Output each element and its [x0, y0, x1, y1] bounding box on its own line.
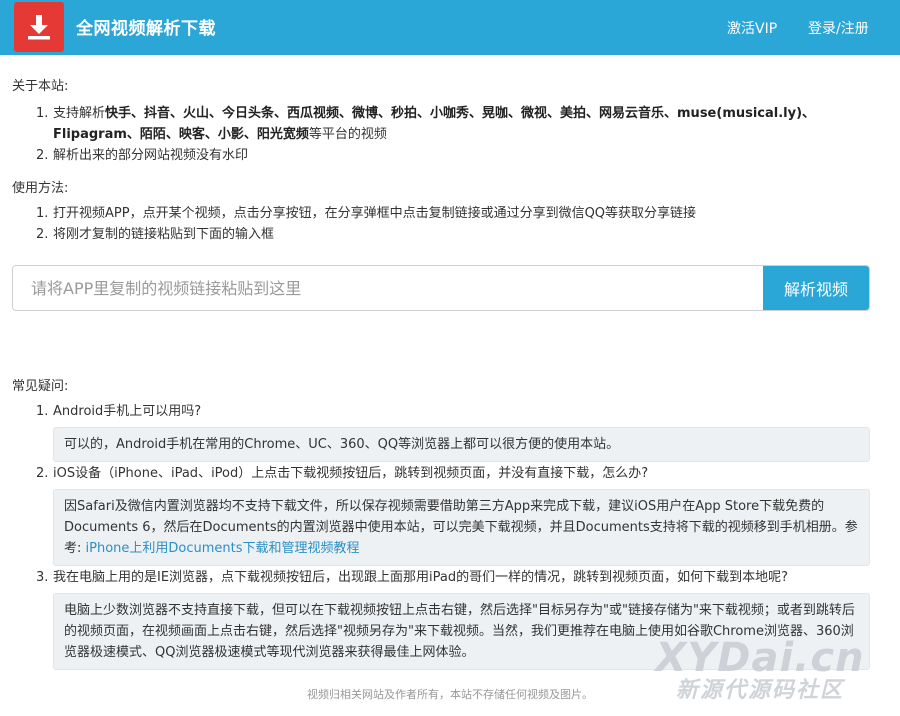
- about-suffix: 等平台的视频: [308, 127, 387, 142]
- faq-question-text: Android手机上可以用吗?: [53, 404, 202, 419]
- faq-question-text: iOS设备（iPhone、iPad、iPod）上点击下载视频按钮后，跳转到视频页…: [53, 466, 649, 481]
- list-number: 2.: [36, 466, 49, 481]
- download-icon: [28, 15, 50, 40]
- list-number: 3.: [36, 570, 49, 585]
- list-number: 2.: [36, 227, 49, 242]
- link-input-group: 解析视频: [12, 265, 870, 311]
- faq-answer: 因Safari及微信内置浏览器均不支持下载文件，所以保存视频需要借助第三方App…: [53, 489, 870, 566]
- watermark-sub: 新源代源码社区: [675, 678, 844, 703]
- about-title: 关于本站:: [12, 79, 69, 94]
- list-item: 2. 将刚才复制的链接粘贴到下面的输入框: [36, 224, 876, 245]
- usage-title: 使用方法:: [12, 181, 69, 196]
- watermark: XYDai.cn 新源代源码社区: [640, 638, 880, 702]
- video-link-input[interactable]: [13, 266, 763, 310]
- list-item: 1. 打开视频APP，点开某个视频，点击分享按钮，在分享弹框中点击复制链接或通过…: [36, 203, 876, 224]
- list-number: 1.: [36, 106, 49, 121]
- faq-title: 常见疑问:: [12, 379, 69, 394]
- list-number: 2.: [36, 148, 49, 163]
- faq-question: 1. Android手机上可以用吗?: [36, 402, 201, 422]
- about-list: 1. 支持解析快手、抖音、火山、今日头条、西瓜视频、微博、秒拍、小咖秀、晃咖、微…: [36, 103, 876, 166]
- faq-question: 2. iOS设备（iPhone、iPad、iPod）上点击下载视频按钮后，跳转到…: [36, 464, 648, 484]
- documents-tutorial-link[interactable]: iPhone上利用Documents下载和管理视频教程: [86, 541, 360, 556]
- usage-list: 1. 打开视频APP，点开某个视频，点击分享按钮，在分享弹框中点击复制链接或通过…: [36, 203, 876, 245]
- top-nav-bar: 全网视频解析下载 激活VIP 登录/注册: [0, 0, 900, 55]
- usage-step-text: 将刚才复制的链接粘贴到下面的输入框: [53, 227, 275, 242]
- usage-step-text: 打开视频APP，点开某个视频，点击分享按钮，在分享弹框中点击复制链接或通过分享到…: [53, 206, 697, 221]
- activate-vip-link[interactable]: 激活VIP: [727, 18, 777, 38]
- faq-answer-text: 可以的，Android手机在常用的Chrome、UC、360、QQ等浏览器上都可…: [64, 437, 620, 452]
- list-item: 1. 支持解析快手、抖音、火山、今日头条、西瓜视频、微博、秒拍、小咖秀、晃咖、微…: [36, 103, 876, 145]
- faq-question: 3. 我在电脑上用的是IE浏览器，点下载视频按钮后，出现跟上面那用iPad的哥们…: [36, 568, 788, 588]
- watermark-main: XYDai.cn: [655, 635, 865, 681]
- about-prefix: 支持解析: [53, 106, 106, 121]
- login-register-link[interactable]: 登录/注册: [808, 18, 869, 38]
- logo[interactable]: [14, 2, 64, 52]
- about-no-watermark: 解析出来的部分网站视频没有水印: [53, 148, 249, 163]
- list-number: 1.: [36, 206, 49, 221]
- site-title: 全网视频解析下载: [76, 19, 216, 39]
- list-item: 2. 解析出来的部分网站视频没有水印: [36, 145, 876, 166]
- parse-video-button[interactable]: 解析视频: [763, 266, 869, 310]
- supported-platforms: 快手、抖音、火山、今日头条、西瓜视频、微博、秒拍、小咖秀、晃咖、微视、美拍、网易…: [53, 106, 816, 142]
- faq-answer: 可以的，Android手机在常用的Chrome、UC、360、QQ等浏览器上都可…: [53, 427, 870, 462]
- list-number: 1.: [36, 404, 49, 419]
- faq-question-text: 我在电脑上用的是IE浏览器，点下载视频按钮后，出现跟上面那用iPad的哥们一样的…: [53, 570, 789, 585]
